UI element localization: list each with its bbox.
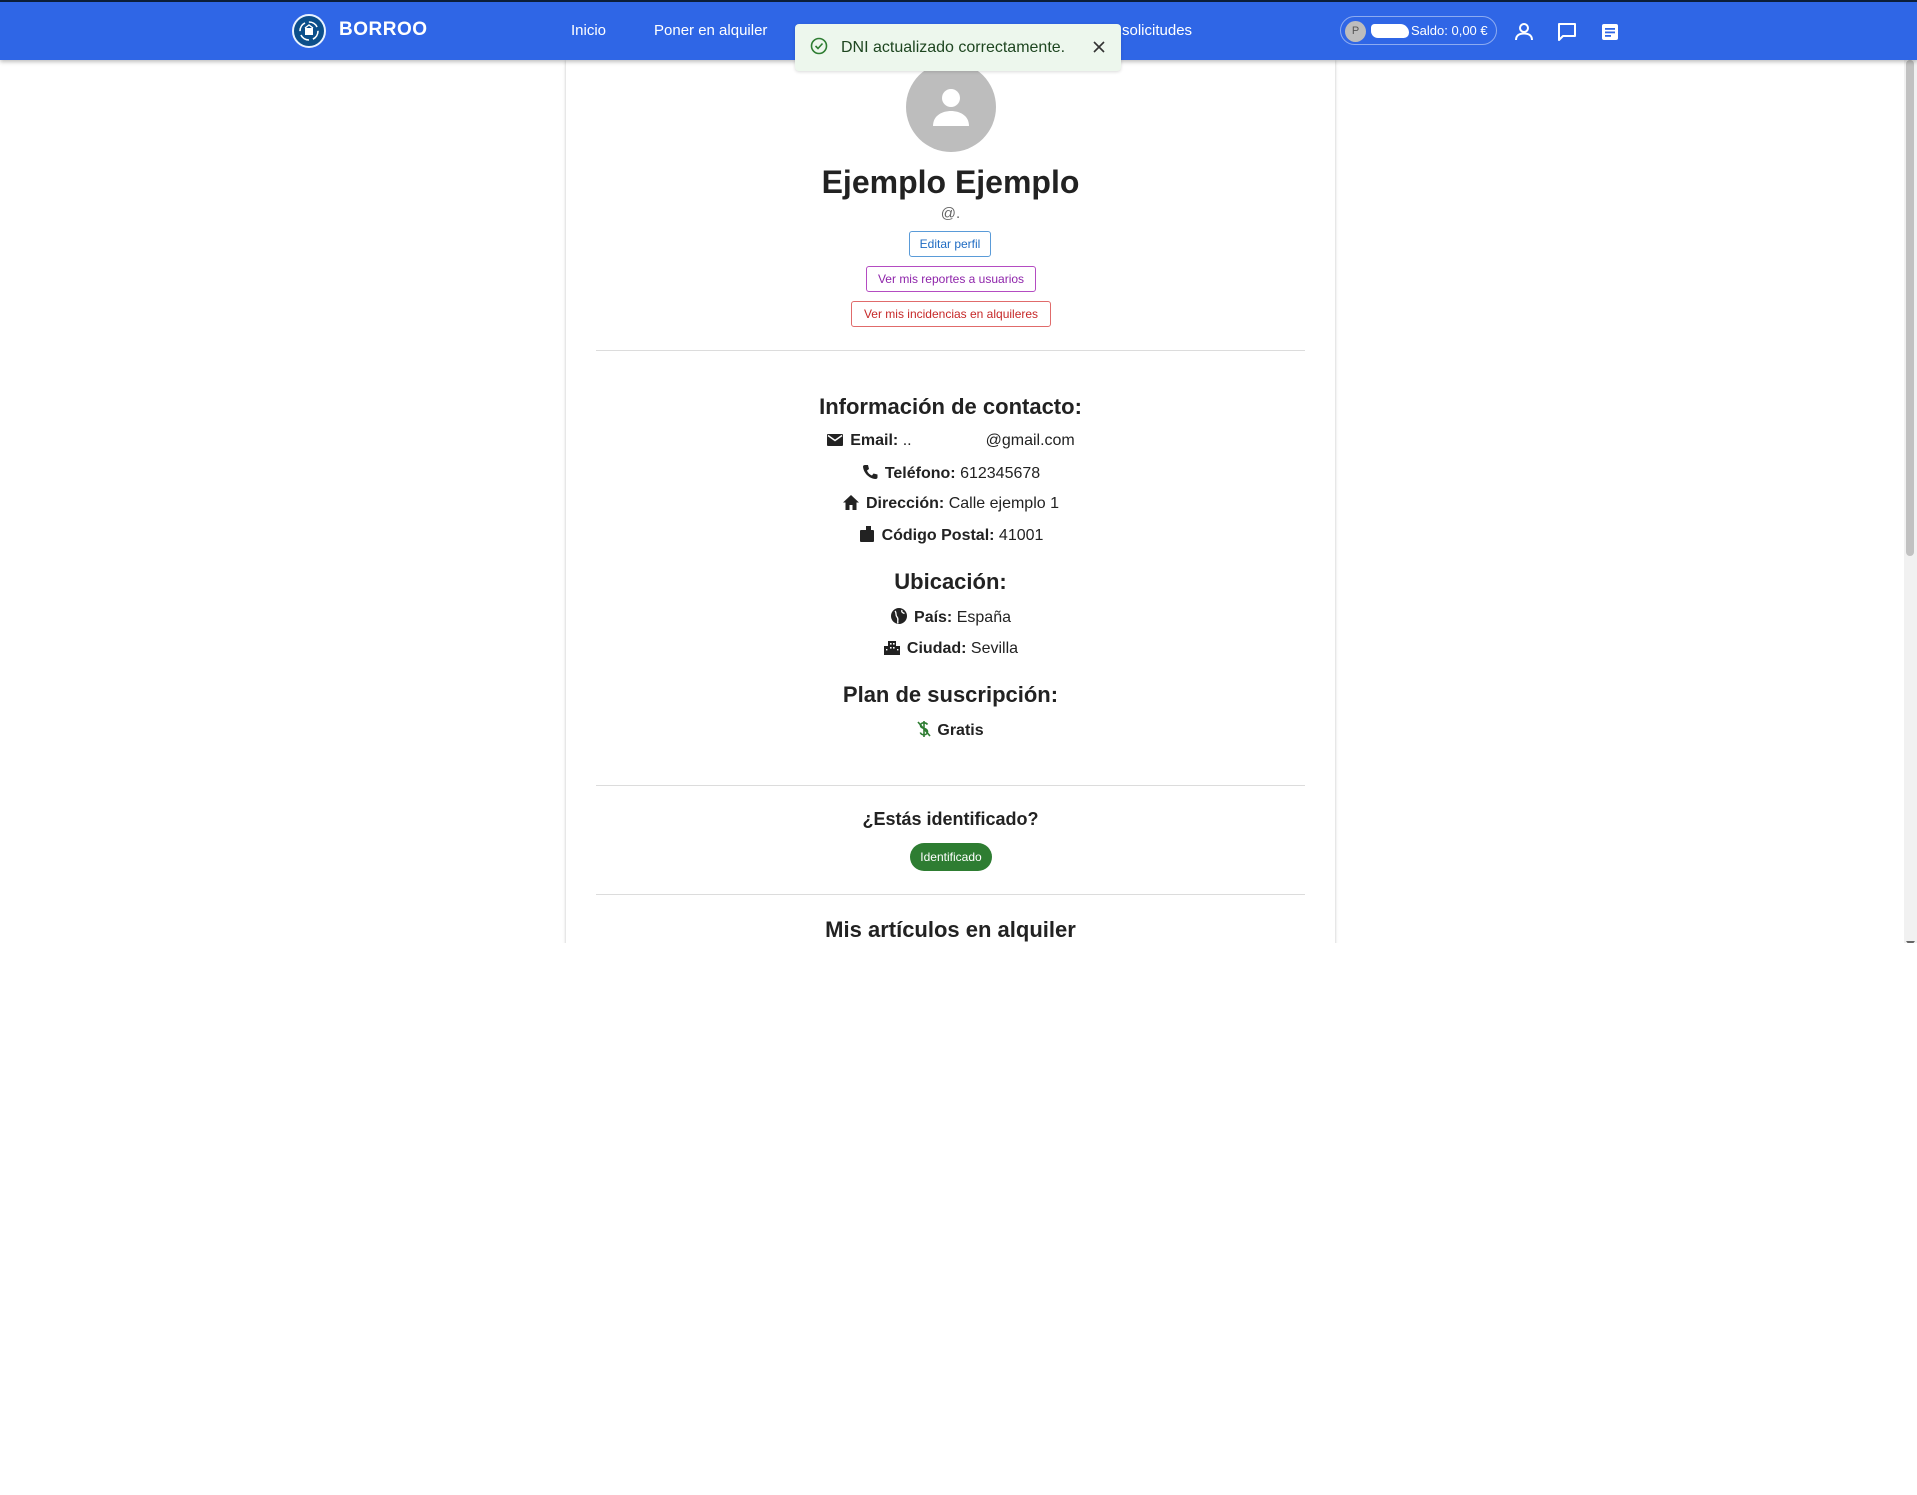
plan-line: Gratis [566,720,1335,743]
phone-label: Teléfono: [884,465,956,482]
email-suffix: @gmail.com [985,432,1075,449]
postal-value: 41001 [998,527,1044,544]
city-buildings-icon [883,638,901,661]
identification-title: ¿Estás identificado? [862,809,1039,829]
person-icon [933,89,969,126]
phone-line: Teléfono: 612345678 [566,463,1335,486]
brand-name[interactable]: BORROO [339,19,428,41]
postal-line: Código Postal: 41001 [566,525,1335,548]
address-value: Calle ejemplo 1 [948,495,1059,512]
identified-badge: Identificado [910,843,992,871]
phone-icon [861,463,879,486]
email-icon [826,432,844,453]
city-value: Sevilla [970,640,1019,657]
location-section-title: Ubicación: [894,569,1007,594]
email-prefix: .. [902,432,912,449]
check-circle-icon [809,36,829,61]
rental-incidents-button[interactable]: Ver mis incidencias en alquileres [851,301,1051,327]
user-reports-button[interactable]: Ver mis reportes a usuarios [866,266,1036,292]
email-line: Email: .. @gmail.com [566,432,1335,453]
borroo-logo-icon[interactable] [292,14,326,48]
country-line: País: España [566,607,1335,630]
divider [596,350,1305,351]
scrollbar-thumb[interactable] [1906,60,1914,556]
country-label: País: [914,609,953,626]
country-value: España [956,609,1011,626]
browser-viewport: BORROO Inicio Poner en alquiler solicitu… [0,0,1917,943]
city-line: Ciudad: Sevilla [566,638,1335,661]
balance-text: Saldo: 0,00 € [1411,23,1488,38]
balance-avatar: P [1345,21,1366,42]
balance-pill[interactable]: P Saldo: 0,00 € [1340,16,1497,45]
edit-profile-button[interactable]: Editar perfil [909,231,991,257]
toast-message: DNI actualizado correctamente. [841,39,1066,56]
postal-label: Código Postal: [881,527,995,544]
profile-card: Ejemplo Ejemplo @. Editar perfil Ver mis… [566,60,1335,943]
divider [596,894,1305,895]
success-toast: DNI actualizado correctamente. [795,24,1121,71]
mailbox-icon [858,525,876,548]
email-label: Email: [850,432,899,449]
divider [596,785,1305,786]
dollar-off-icon [917,720,931,743]
redacted-username [1371,24,1409,38]
nav-link-inicio[interactable]: Inicio [571,22,606,39]
scroll-down-arrow-icon[interactable] [1906,934,1915,943]
nav-link-solicitudes[interactable]: solicitudes [1122,22,1192,39]
home-icon [842,494,860,516]
address-label: Dirección: [866,495,945,512]
contact-section-title: Información de contacto: [819,394,1082,419]
phone-value: 612345678 [960,465,1041,482]
profile-avatar [906,62,996,152]
profile-handle: @. [940,205,961,222]
chat-icon[interactable] [1555,20,1579,44]
list-icon[interactable] [1598,20,1622,44]
articles-section-title: Mis artículos en alquiler [825,917,1076,942]
user-icon[interactable] [1512,20,1536,44]
address-line: Dirección: Calle ejemplo 1 [566,494,1335,516]
plan-value: Gratis [937,722,984,739]
globe-icon [890,607,908,630]
city-label: Ciudad: [906,640,967,657]
profile-name: Ejemplo Ejemplo [821,164,1080,200]
subscription-section-title: Plan de suscripción: [842,682,1059,707]
nav-link-poner-en-alquiler[interactable]: Poner en alquiler [654,22,767,39]
close-icon[interactable] [1089,37,1109,62]
